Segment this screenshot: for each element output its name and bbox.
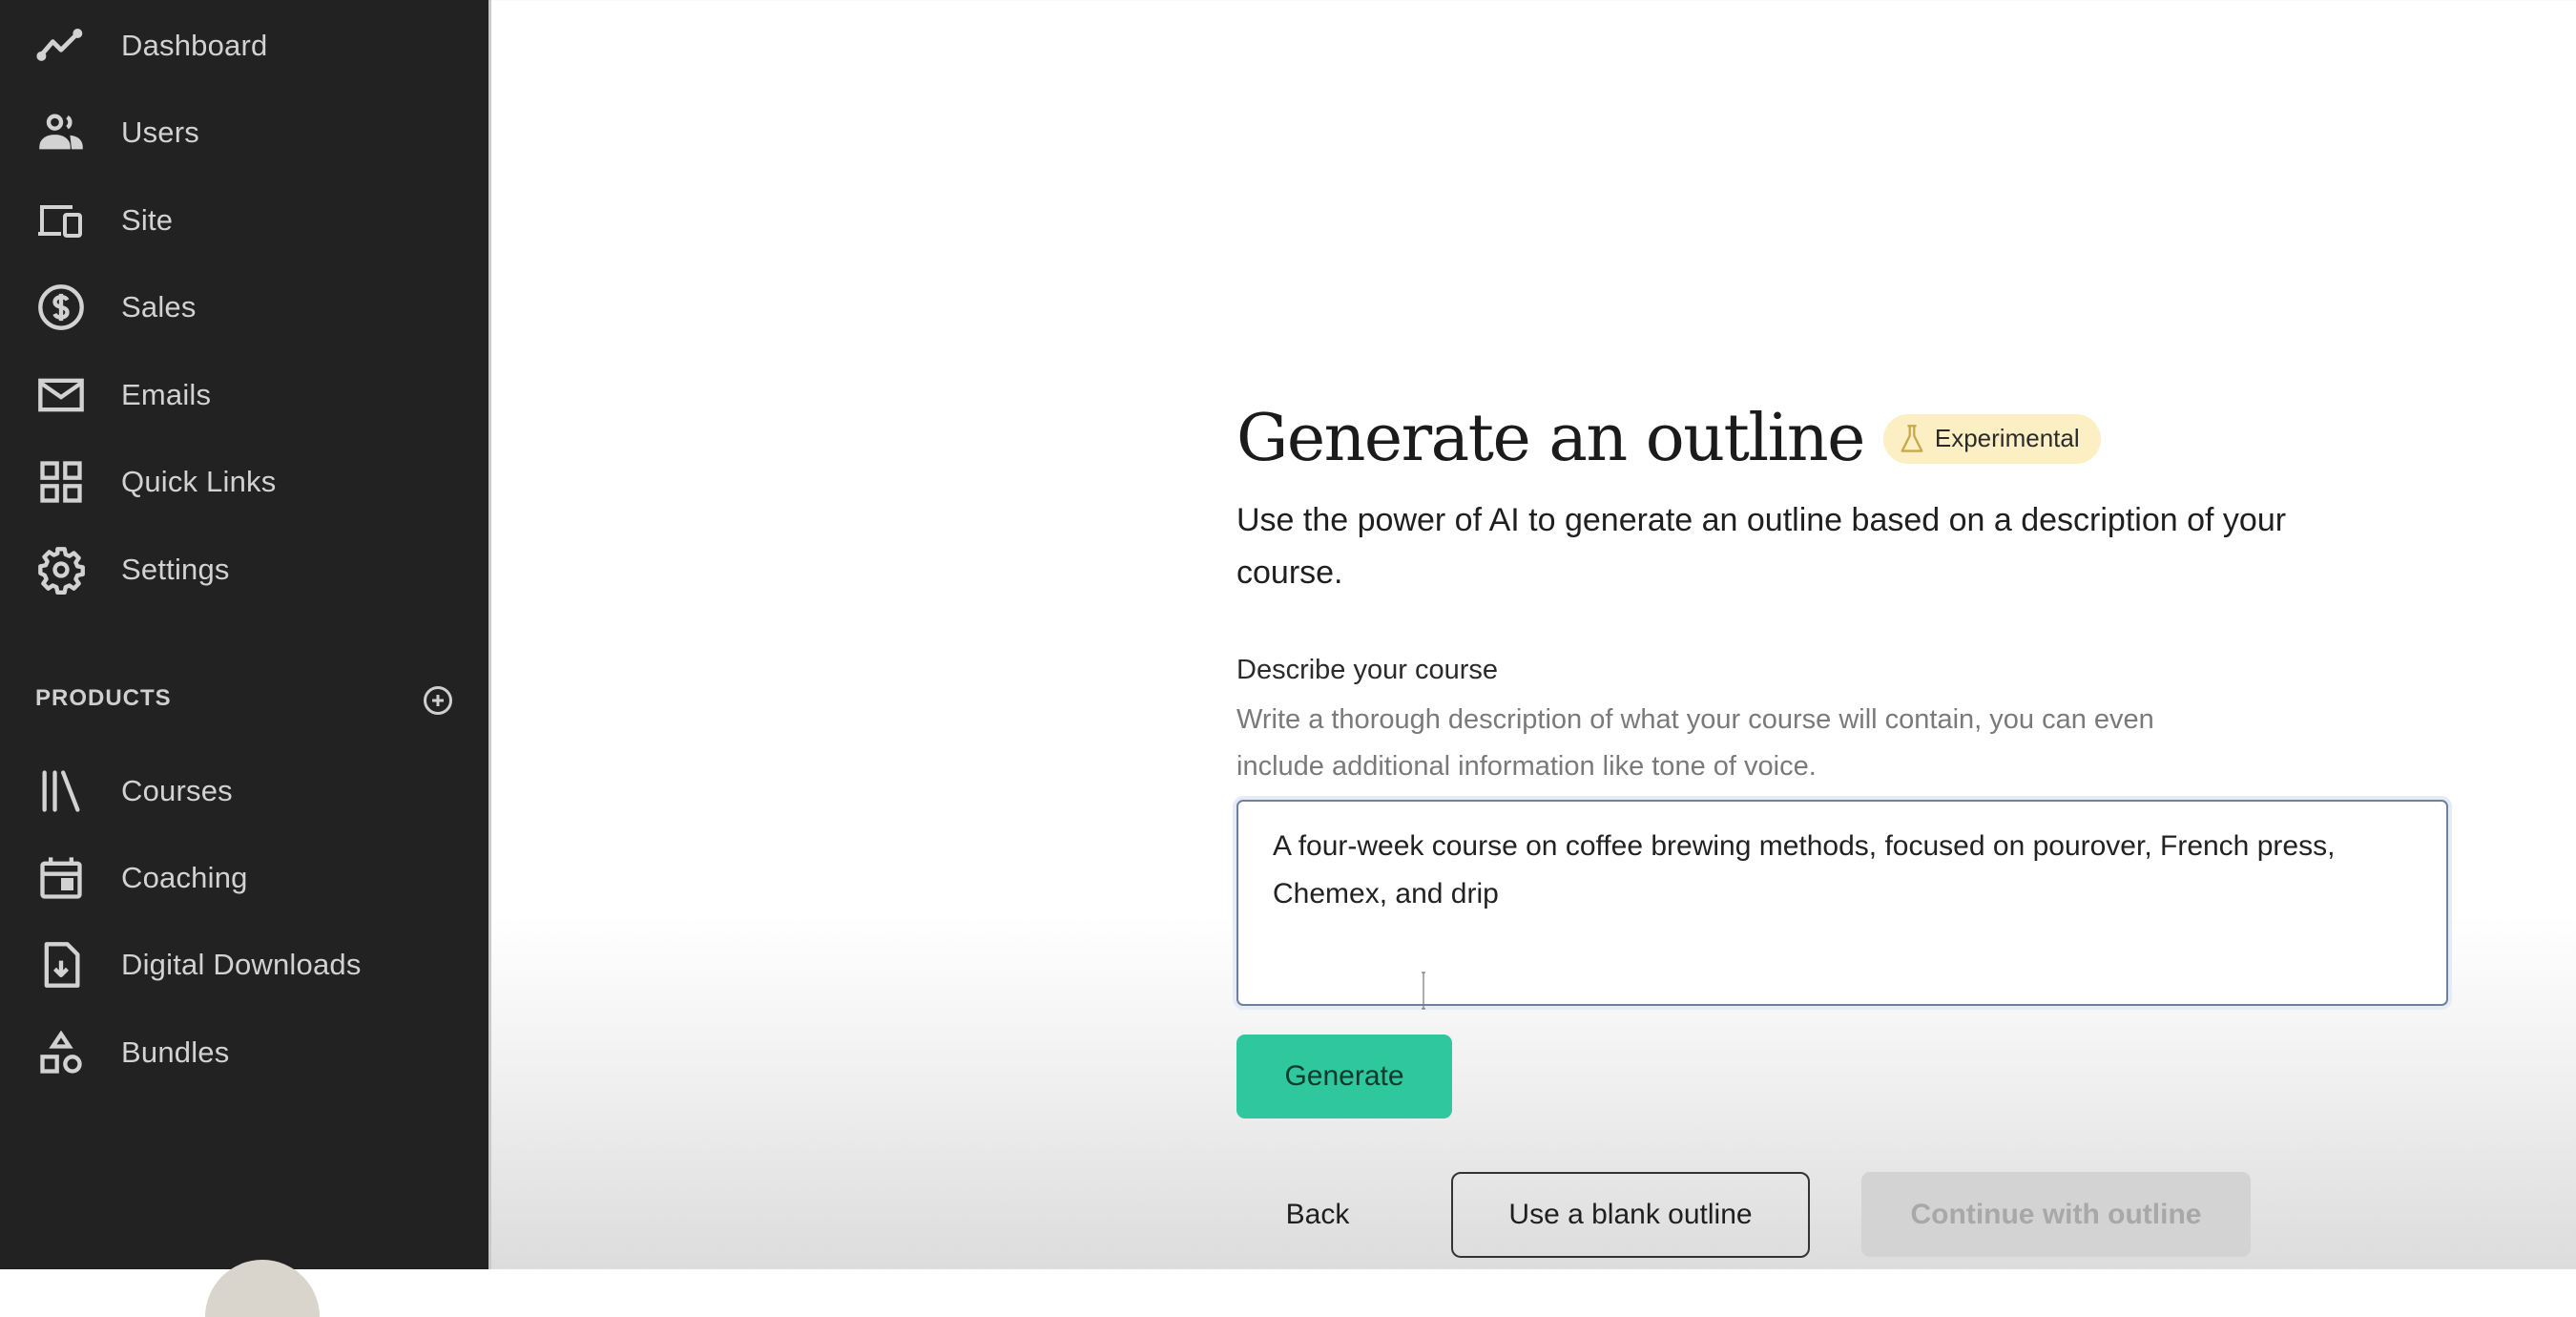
page-title: Generate an outline (1236, 401, 1865, 476)
flask-icon (1901, 424, 1923, 452)
sidebar-item-courses[interactable]: Courses (0, 758, 488, 825)
sidebar-item-site[interactable]: Site (0, 187, 488, 254)
sidebar-item-users[interactable]: Users (0, 99, 488, 166)
sidebar-item-label: Digital Downloads (121, 948, 362, 981)
sidebar-item-label: Site (121, 203, 174, 237)
course-description-input[interactable]: A four-week course on coffee brewing met… (1236, 800, 2448, 1006)
title-row: Generate an outline Experimental (1236, 401, 2101, 476)
text-cursor-icon (1422, 972, 1425, 1010)
users-icon (34, 106, 88, 159)
sidebar-item-label: Users (121, 115, 199, 149)
grid-icon (34, 455, 88, 509)
sidebar-item-emails[interactable]: Emails (0, 362, 488, 429)
sidebar-item-label: Quick Links (121, 465, 277, 498)
sidebar-item-label: Emails (121, 378, 212, 411)
description-help-text: Write a thorough description of what you… (1236, 704, 2154, 782)
add-product-button[interactable] (421, 683, 455, 718)
gear-icon (34, 543, 88, 596)
sidebar-item-label: Coaching (121, 861, 248, 894)
file-download-icon (34, 938, 88, 992)
use-blank-outline-button[interactable]: Use a blank outline (1451, 1172, 1810, 1258)
devices-icon (34, 194, 88, 247)
products-section-title: PRODUCTS (35, 685, 172, 711)
page-subtitle: Use the power of AI to generate an outli… (1236, 502, 2287, 591)
sidebar-item-bundles[interactable]: Bundles (0, 1019, 488, 1086)
continue-with-outline-button[interactable]: Continue with outline (1861, 1172, 2251, 1257)
sidebar-item-label: Courses (121, 774, 233, 807)
sidebar-item-quick-links[interactable]: Quick Links (0, 449, 488, 515)
plus-circle-icon (424, 686, 452, 715)
sidebar: Dashboard Users Site Sales Emails Quick … (0, 0, 491, 1317)
sidebar-item-dashboard[interactable]: Dashboard (0, 12, 488, 79)
envelope-icon (34, 368, 88, 422)
back-button[interactable]: Back (1236, 1172, 1399, 1258)
avatar[interactable] (205, 1260, 320, 1317)
sidebar-item-label: Settings (121, 553, 230, 586)
generate-button[interactable]: Generate (1236, 1035, 1452, 1118)
badge-label: Experimental (1934, 424, 2080, 452)
library-icon (34, 764, 88, 818)
description-label: Describe your course (1236, 655, 1498, 685)
sidebar-item-settings[interactable]: Settings (0, 536, 488, 603)
dollar-circle-icon (34, 281, 88, 334)
sidebar-item-label: Sales (121, 290, 197, 324)
sidebar-item-sales[interactable]: Sales (0, 274, 488, 341)
shapes-icon (34, 1026, 88, 1079)
sidebar-item-label: Bundles (121, 1035, 230, 1069)
sidebar-item-digital-downloads[interactable]: Digital Downloads (0, 931, 488, 998)
chart-line-icon (34, 19, 88, 73)
calendar-icon (34, 851, 88, 905)
sidebar-item-coaching[interactable]: Coaching (0, 845, 488, 911)
sidebar-item-label: Dashboard (121, 29, 268, 62)
experimental-badge: Experimental (1882, 413, 2101, 464)
